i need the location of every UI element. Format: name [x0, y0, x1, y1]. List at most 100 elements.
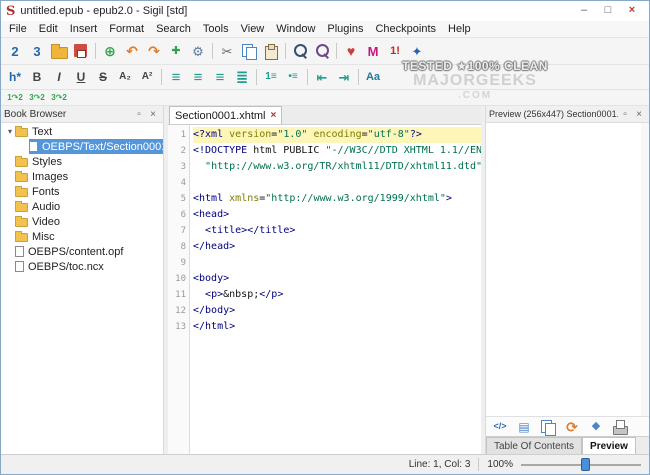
tab-close-icon[interactable]: × [271, 110, 277, 121]
zoom-slider-thumb[interactable] [581, 458, 590, 471]
copy-html-button[interactable] [537, 417, 559, 437]
tree-item-oebps-content-opf[interactable]: OEBPS/content.opf [1, 244, 163, 259]
sync-cursor-button[interactable]: ◆ [585, 417, 607, 437]
code-line-6[interactable]: <head> [193, 207, 481, 223]
undo-button[interactable]: ↶ [121, 41, 143, 61]
plugin-1-button[interactable]: 1! [384, 41, 406, 61]
close-preview-icon[interactable]: × [632, 109, 646, 120]
find-replace-button[interactable] [289, 41, 311, 61]
menu-file[interactable]: File [3, 22, 33, 36]
heading-swap-3-2-button[interactable]: 3↷2 [26, 91, 48, 105]
menu-edit[interactable]: Edit [33, 22, 64, 36]
quick-find-button[interactable] [311, 41, 333, 61]
heading-swap-3-2b-button[interactable]: 3↷2 [48, 91, 70, 105]
code-line-5[interactable]: <html xmlns="http://www.w3.org/1999/xhtm… [193, 191, 481, 207]
menu-checkpoints[interactable]: Checkpoints [369, 22, 442, 36]
inspect-code-button[interactable]: </> [489, 417, 511, 437]
code-line-3[interactable]: "http://www.w3.org/TR/xhtml11/DTD/xhtml1… [193, 159, 481, 175]
tree-item-oebps-text-section0001-xhtml[interactable]: OEBPS/Text/Section0001.xhtml [1, 139, 163, 154]
tree-item-inner: Text [15, 124, 55, 139]
tree-item-text[interactable]: ▾Text [1, 124, 163, 139]
mailto-button[interactable]: M [362, 41, 384, 61]
italic-button[interactable]: I [48, 67, 70, 87]
code-line-11[interactable]: <p>&nbsp;</p> [193, 287, 481, 303]
code-line-2[interactable]: <!DOCTYPE html PUBLIC "-//W3C//DTD XHTML… [193, 143, 481, 159]
settings-button[interactable]: ⚙ [187, 41, 209, 61]
tree-item-images[interactable]: Images [1, 169, 163, 184]
code-content[interactable]: <?xml version="1.0" encoding="utf-8"?><!… [190, 125, 481, 454]
menu-search[interactable]: Search [150, 22, 197, 36]
tab-preview[interactable]: Preview [582, 437, 636, 454]
tree-item-audio[interactable]: Audio [1, 199, 163, 214]
tree-item-oebps-toc-ncx[interactable]: OEBPS/toc.ncx [1, 259, 163, 274]
code-line-7[interactable]: <title></title> [193, 223, 481, 239]
title-bar[interactable]: S untitled.epub - epub2.0 - Sigil [std] … [1, 1, 649, 21]
heading-swap-1-2-button[interactable]: 1↷2 [4, 91, 26, 105]
refresh-preview-button[interactable]: ⟳ [561, 417, 583, 437]
preview-content[interactable] [486, 123, 649, 416]
heading-menu-button[interactable]: h* [4, 67, 26, 87]
new-epub2-button[interactable]: 2 [4, 41, 26, 61]
menu-window[interactable]: Window [270, 22, 321, 36]
code-line-8[interactable]: </head> [193, 239, 481, 255]
outdent-button[interactable]: ⇤ [311, 67, 333, 87]
menu-view[interactable]: View [235, 22, 271, 36]
float-panel-icon[interactable]: ▫ [132, 109, 146, 120]
menu-tools[interactable]: Tools [197, 22, 235, 36]
bullet-list-button[interactable]: •≡ [282, 67, 304, 87]
superscript-button[interactable]: A² [136, 67, 158, 87]
tree-item-styles[interactable]: Styles [1, 154, 163, 169]
tree-item-fonts[interactable]: Fonts [1, 184, 163, 199]
subscript-button[interactable]: A₂ [114, 67, 136, 87]
print-preview-button[interactable] [609, 417, 631, 437]
bold-button[interactable]: B [26, 67, 48, 87]
close-button[interactable]: × [620, 3, 644, 19]
select-element-button[interactable]: ▤ [513, 417, 535, 437]
add-existing-files-button[interactable]: ⊕ [99, 41, 121, 61]
menu-plugins[interactable]: Plugins [321, 22, 369, 36]
redo-button[interactable]: ↷ [143, 41, 165, 61]
tree-item-video[interactable]: Video [1, 214, 163, 229]
change-case-button[interactable]: Aa [362, 67, 384, 87]
editor-tab-bar: Section0001.xhtml × [168, 106, 481, 125]
line-number: 6 [168, 207, 186, 223]
numbered-list-button[interactable]: 1≡ [260, 67, 282, 87]
align-right-button[interactable]: ≡ [209, 67, 231, 87]
toolbar-separator [95, 43, 96, 59]
tree-item-misc[interactable]: Misc [1, 229, 163, 244]
new-epub3-button[interactable]: 3 [26, 41, 48, 61]
donate-button[interactable]: ♥ [340, 41, 362, 61]
paste-button[interactable] [260, 41, 282, 61]
window-title: untitled.epub - epub2.0 - Sigil [std] [20, 5, 187, 17]
zoom-slider[interactable] [521, 457, 641, 473]
save-button[interactable] [70, 41, 92, 61]
expand-arrow-icon[interactable]: ▾ [5, 127, 15, 136]
tab-table-of-contents[interactable]: Table Of Contents [486, 437, 582, 454]
code-editor[interactable]: 12345678910111213 <?xml version="1.0" en… [168, 125, 481, 454]
align-justify-button[interactable]: ≣ [231, 67, 253, 87]
menu-insert[interactable]: Insert [64, 22, 104, 36]
maximize-button[interactable]: □ [596, 3, 620, 19]
code-line-1[interactable]: <?xml version="1.0" encoding="utf-8"?> [193, 127, 481, 143]
code-line-9[interactable] [193, 255, 481, 271]
strikethrough-button[interactable]: S [92, 67, 114, 87]
cut-button[interactable]: ✂ [216, 41, 238, 61]
menu-format[interactable]: Format [103, 22, 150, 36]
code-line-4[interactable] [193, 175, 481, 191]
indent-button[interactable]: ⇥ [333, 67, 355, 87]
plugin-2-button[interactable]: ✦ [406, 41, 428, 61]
insert-file-button[interactable]: ✚ [165, 41, 187, 61]
menu-help[interactable]: Help [442, 22, 477, 36]
code-line-13[interactable]: </html> [193, 319, 481, 335]
underline-button[interactable]: U [70, 67, 92, 87]
open-button[interactable] [48, 41, 70, 61]
code-line-10[interactable]: <body> [193, 271, 481, 287]
align-left-button[interactable]: ≡ [165, 67, 187, 87]
align-center-button[interactable]: ≡ [187, 67, 209, 87]
close-panel-icon[interactable]: × [146, 109, 160, 120]
code-line-12[interactable]: </body> [193, 303, 481, 319]
copy-button[interactable] [238, 41, 260, 61]
minimize-button[interactable]: – [572, 3, 596, 19]
tab-section0001-xhtml[interactable]: Section0001.xhtml × [169, 106, 282, 124]
float-preview-icon[interactable]: ▫ [618, 109, 632, 120]
